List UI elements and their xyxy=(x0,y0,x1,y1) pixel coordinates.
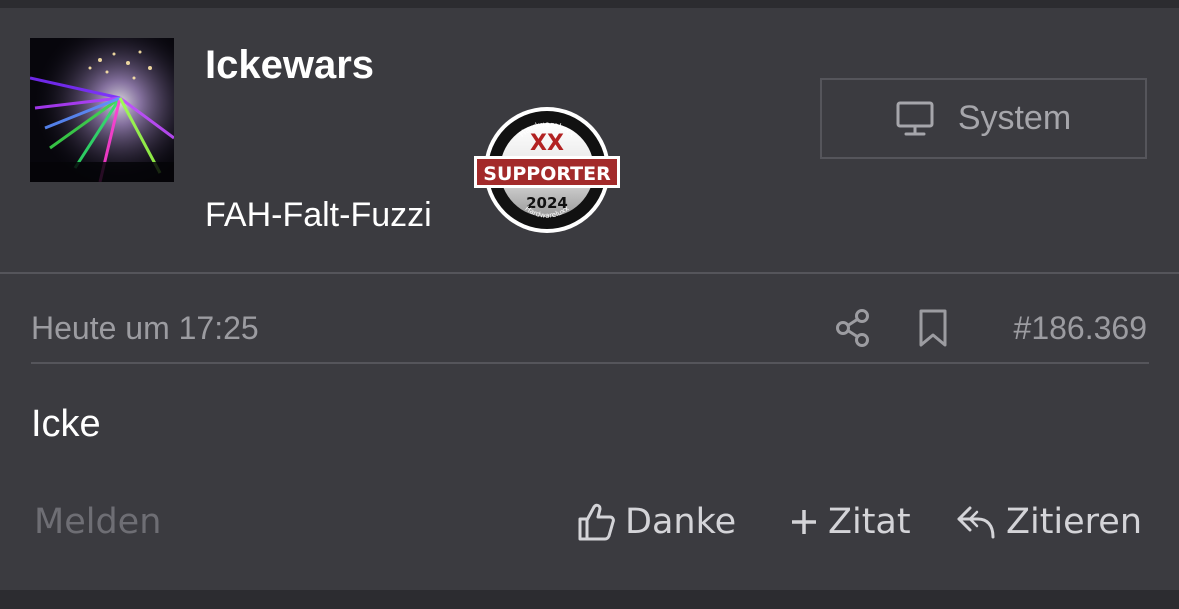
bookmark-icon[interactable] xyxy=(917,308,949,348)
meta-divider xyxy=(31,362,1149,364)
badge-label: SUPPORTER xyxy=(483,163,611,185)
supporter-badge: Hardwareluxx XX SUPPORTER 2024 Hardwarel… xyxy=(472,100,622,236)
add-quote-button-label: Zitat xyxy=(828,502,911,542)
plus-icon xyxy=(790,507,828,537)
username[interactable]: Ickewars xyxy=(205,43,374,88)
system-button[interactable]: System xyxy=(820,78,1147,159)
post-content: Icke xyxy=(31,403,101,445)
share-icon[interactable] xyxy=(834,308,872,348)
add-quote-button[interactable]: Zitat xyxy=(790,502,911,542)
avatar-image xyxy=(30,38,174,182)
post-timestamp[interactable]: Heute um 17:25 xyxy=(31,310,259,347)
quote-button[interactable]: Zitieren xyxy=(956,502,1142,542)
thanks-button-label: Danke xyxy=(625,502,737,542)
report-button[interactable]: Melden xyxy=(34,502,161,542)
forum-post: Ickewars FAH-Falt-Fuzzi Hardwareluxx XX xyxy=(0,8,1179,590)
post-number-link[interactable]: #186.369 xyxy=(1014,310,1147,347)
badge-logo: XX xyxy=(530,131,564,156)
reply-icon xyxy=(956,504,1006,540)
header-divider xyxy=(0,272,1179,274)
quote-button-label: Zitieren xyxy=(1006,502,1143,542)
report-button-label: Melden xyxy=(34,502,162,542)
thumbs-up-icon xyxy=(577,502,625,542)
user-title: FAH-Falt-Fuzzi xyxy=(205,196,432,234)
system-button-label: System xyxy=(957,99,1072,137)
avatar[interactable] xyxy=(30,38,174,182)
monitor-icon xyxy=(896,101,934,137)
thanks-button[interactable]: Danke xyxy=(577,502,736,542)
